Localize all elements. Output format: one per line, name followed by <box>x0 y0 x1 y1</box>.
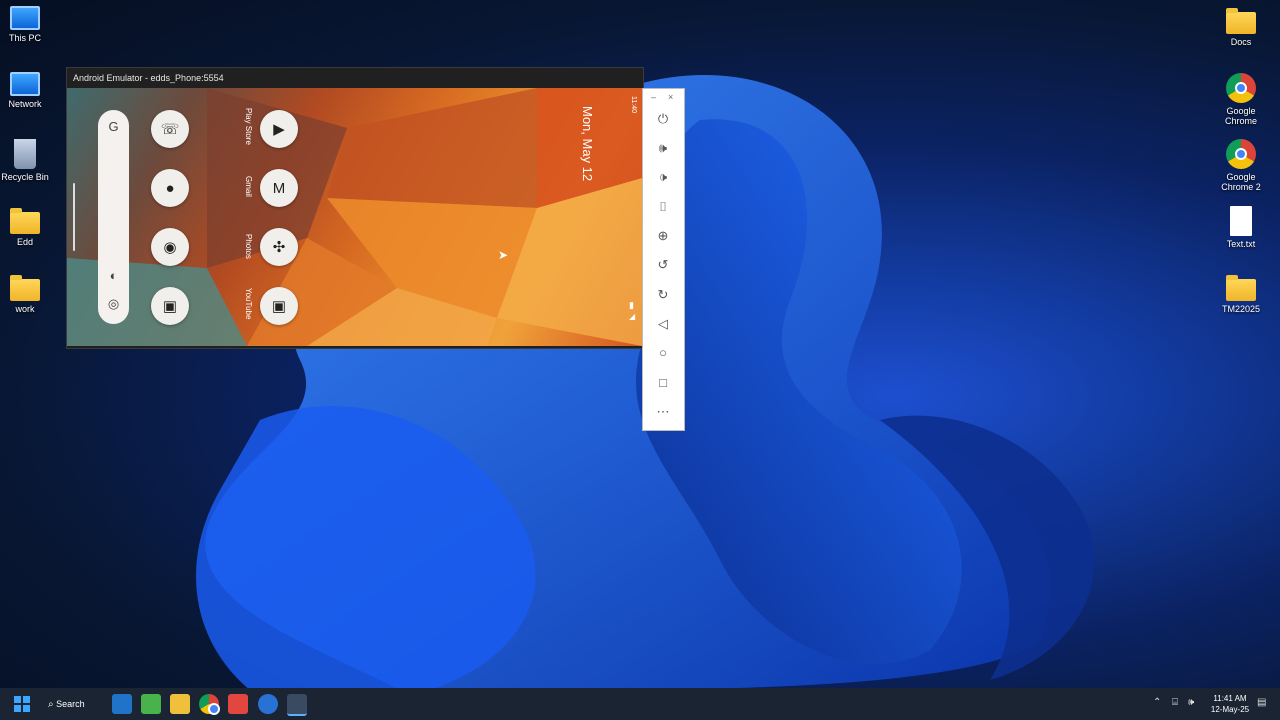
start-button[interactable] <box>12 694 32 714</box>
home-date: Mon, May 12 <box>580 106 595 182</box>
photos-icon[interactable]: ✣ <box>260 228 298 266</box>
this-pc-icon <box>10 6 40 30</box>
chrome-icon <box>1226 73 1256 103</box>
desktop-icon-edd[interactable]: Edd <box>0 206 57 247</box>
desktop-icon-label: Google Chrome 2 <box>1221 172 1261 192</box>
chrome-icon <box>1226 139 1256 169</box>
assistant-icon[interactable]: ◎ <box>98 296 129 312</box>
desktop-icon-label: Edd <box>16 237 33 247</box>
desktop-icon-label: Recycle Bin <box>1 172 49 182</box>
app-label-photos: Photos <box>244 234 253 259</box>
notifications-icon[interactable]: ▤ <box>1257 697 1266 708</box>
folder-icon <box>10 275 40 301</box>
taskbar-clock[interactable]: 11:41 AM 12-May-25 <box>1205 693 1255 715</box>
chevron-up-icon[interactable]: ⌃ <box>1153 697 1161 708</box>
signal-icon: ◢ <box>629 312 636 321</box>
youtube-icon[interactable]: ▣ <box>260 287 298 325</box>
phone-icon[interactable]: ☏ <box>151 110 189 148</box>
folder-icon <box>10 208 40 234</box>
overview-icon[interactable]: □ <box>653 373 673 393</box>
taskbar-search-button[interactable]: ⌕ Search <box>48 694 108 714</box>
home-icon[interactable]: ○ <box>653 343 673 363</box>
minimize-button[interactable]: – <box>651 92 656 102</box>
desktop-icon-label: Text.txt <box>1226 239 1256 249</box>
screenshot-icon[interactable]: ⌷ <box>653 197 673 217</box>
taskbar: ⌕ Search ⌃ ⌸ 🕪 11:41 AM 12-May-25 ▤ <box>0 688 1280 720</box>
back-icon[interactable]: ◁ <box>653 314 673 334</box>
power-icon[interactable]: ⏻ <box>653 109 673 129</box>
desktop-icon-network[interactable]: Network <box>0 72 57 109</box>
volume-down-icon[interactable]: 🕩 <box>653 167 673 187</box>
clock-date: 12-May-25 <box>1210 705 1250 714</box>
edge-handle[interactable] <box>73 183 75 251</box>
desktop-icon-recycle-bin[interactable]: Recycle Bin <box>0 139 57 182</box>
google-search-icon[interactable]: G <box>98 119 129 134</box>
favorites-dock: G ◐ ◎ <box>98 110 129 324</box>
desktop-icon-google-chrome[interactable]: Google Chrome <box>1209 73 1273 126</box>
chrome-icon[interactable]: ◉ <box>151 228 189 266</box>
text-file-icon <box>1230 206 1252 236</box>
mouse-cursor-icon: ➤ <box>498 248 509 262</box>
battery-icon: ▮ <box>629 300 634 310</box>
app-icon-red[interactable] <box>228 694 248 714</box>
camera-icon[interactable]: ▣ <box>151 287 189 325</box>
desktop-icon-google-chrome-2[interactable]: Google Chrome 2 <box>1209 139 1273 192</box>
speaker-icon[interactable]: 🕪 <box>1188 697 1194 708</box>
lens-icon[interactable]: ◐ <box>98 268 129 283</box>
volume-up-icon[interactable]: 🕪 <box>653 138 673 158</box>
emulator-toolbar: – × ⏻ 🕪 🕩 ⌷ ⊕ ↺ ↻ ◁ ○ □ ⋯ <box>642 88 685 431</box>
network-icon[interactable]: ⌸ <box>1172 697 1178 708</box>
search-icon: ⌕ <box>48 699 54 710</box>
close-button[interactable]: × <box>668 92 673 102</box>
desktop-icon-tm22025[interactable]: TM22025 <box>1209 273 1273 314</box>
android-studio-icon[interactable] <box>141 694 161 714</box>
folder-icon <box>1226 275 1256 301</box>
play-store-icon[interactable]: ▶ <box>260 110 298 148</box>
desktop-icon-docs[interactable]: Docs <box>1209 6 1273 47</box>
app-icon-blue[interactable] <box>258 694 278 714</box>
windows-icon <box>14 696 30 712</box>
more-icon[interactable]: ⋯ <box>653 402 673 422</box>
emulator-window[interactable]: Android Emulator - edds_Phone:5554 G ◐ ◎… <box>66 67 644 349</box>
desktop-icon-label: This PC <box>8 33 41 43</box>
app-label-youtube: YouTube <box>244 288 253 320</box>
chrome-icon[interactable] <box>199 694 220 715</box>
emulator-taskbar-icon[interactable] <box>287 694 307 716</box>
recycle-bin-icon <box>14 139 36 169</box>
vscode-icon[interactable] <box>112 694 132 714</box>
file-explorer-icon[interactable] <box>170 694 190 714</box>
zoom-icon[interactable]: ⊕ <box>653 226 673 246</box>
messages-icon[interactable]: ● <box>151 169 189 207</box>
desktop-icon-work[interactable]: work <box>0 273 57 314</box>
gmail-icon[interactable]: M <box>260 169 298 207</box>
desktop-icon-this-pc[interactable]: This PC <box>0 6 57 43</box>
network-icon <box>10 72 40 96</box>
desktop-icon-label: Google Chrome <box>1224 106 1257 126</box>
rotate-left-icon[interactable]: ↺ <box>653 255 673 275</box>
emulator-screen[interactable]: G ◐ ◎ ☏ ● ◉ ▣ ▶ M ✣ ▣ Play Store Gmail P… <box>67 88 642 346</box>
desktop-icon-label: Network <box>8 99 42 109</box>
folder-icon <box>1226 8 1256 34</box>
status-bar-time: 11:40 <box>630 96 637 113</box>
desktop-icon-label: TM22025 <box>1221 304 1261 314</box>
rotate-right-icon[interactable]: ↻ <box>653 285 673 305</box>
window-title: Android Emulator - edds_Phone:5554 <box>73 73 224 83</box>
app-label-gmail: Gmail <box>244 176 253 197</box>
desktop-icon-label: work <box>15 304 35 314</box>
desktop-icon-text-txt[interactable]: Text.txt <box>1209 206 1273 249</box>
search-label: Search <box>56 699 85 709</box>
app-label-play-store: Play Store <box>244 108 253 145</box>
desktop-icon-label: Docs <box>1230 37 1252 47</box>
clock-time: 11:41 AM <box>1213 694 1247 703</box>
